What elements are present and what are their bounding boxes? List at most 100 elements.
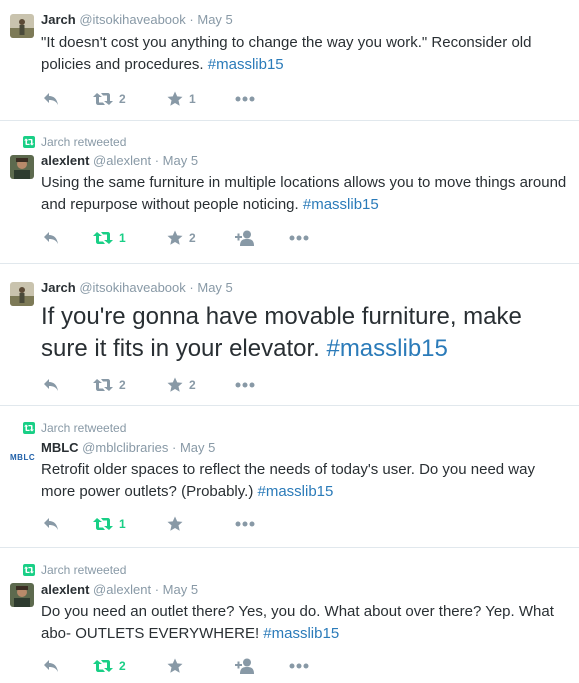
more-button[interactable] xyxy=(289,656,309,676)
tweet[interactable]: Jarch retweeted alexlent @alexlent · May… xyxy=(0,548,579,683)
avatar-mblc[interactable]: MBLC xyxy=(10,446,36,470)
avatar-alexlent[interactable] xyxy=(10,155,34,179)
tweet-actions: 2 1 xyxy=(41,89,569,109)
timestamp[interactable]: May 5 xyxy=(163,153,198,168)
hashtag-link[interactable]: #masslib15 xyxy=(257,483,333,500)
retweeted-by-label[interactable]: Jarch retweeted xyxy=(41,563,126,577)
favorite-count: 1 xyxy=(189,92,196,106)
author-name[interactable]: alexlent xyxy=(41,153,89,168)
author-name[interactable]: alexlent xyxy=(41,582,89,597)
retweet-button[interactable]: 2 xyxy=(93,89,126,109)
more-icon xyxy=(235,521,255,527)
tweet-header: Jarch @itsokihaveabook · May 5 xyxy=(41,11,569,29)
tweet-text: Using the same furniture in multiple loc… xyxy=(41,172,569,216)
author-name[interactable]: MBLC xyxy=(41,440,79,455)
author-name[interactable]: Jarch xyxy=(41,12,76,27)
retweeted-by: Jarch retweeted xyxy=(41,561,569,579)
author-handle[interactable]: @itsokihaveabook xyxy=(79,280,185,295)
retweet-icon xyxy=(93,517,113,531)
author-handle[interactable]: @itsokihaveabook xyxy=(79,12,185,27)
tweet[interactable]: Jarch retweeted MBLC MBLC @mblclibraries… xyxy=(0,406,579,548)
more-button[interactable] xyxy=(289,228,309,248)
follow-icon xyxy=(235,658,255,674)
favorite-count: 2 xyxy=(189,378,196,392)
more-icon xyxy=(235,96,255,102)
tweet-header: alexlent @alexlent · May 5 xyxy=(41,581,569,599)
author-name[interactable]: Jarch xyxy=(41,280,76,295)
more-icon xyxy=(289,663,309,669)
retweet-button[interactable]: 1 xyxy=(93,228,126,248)
tweet-actions: 2 xyxy=(41,656,569,676)
retweet-button[interactable]: 2 xyxy=(93,375,126,395)
hashtag-link[interactable]: #masslib15 xyxy=(303,196,379,213)
more-button[interactable] xyxy=(235,375,255,395)
reply-icon xyxy=(43,231,59,245)
more-icon xyxy=(289,235,309,241)
retweet-icon xyxy=(93,231,113,245)
retweet-icon xyxy=(93,92,113,106)
reply-button[interactable] xyxy=(43,375,59,395)
timestamp[interactable]: May 5 xyxy=(163,582,198,597)
retweeted-by-label[interactable]: Jarch retweeted xyxy=(41,421,126,435)
retweet-button[interactable]: 2 xyxy=(93,656,126,676)
hashtag-link[interactable]: #masslib15 xyxy=(208,56,284,73)
tweet-text: Do you need an outlet there? Yes, you do… xyxy=(41,601,569,645)
author-handle[interactable]: @alexlent xyxy=(93,153,151,168)
tweet-actions: 1 xyxy=(41,514,569,534)
tweet-header: alexlent @alexlent · May 5 xyxy=(41,152,569,170)
retweet-small-icon xyxy=(23,136,35,148)
reply-icon xyxy=(43,659,59,673)
retweet-count: 1 xyxy=(119,231,126,245)
avatar-logo-text: MBLC xyxy=(10,453,36,462)
favorite-button[interactable]: 2 xyxy=(167,375,196,395)
tweet-text-body: "It doesn't cost you anything to change … xyxy=(41,34,532,73)
retweet-small-icon xyxy=(23,422,35,434)
favorite-button[interactable]: 2 xyxy=(167,228,196,248)
retweeted-by-label[interactable]: Jarch retweeted xyxy=(41,135,126,149)
retweet-icon xyxy=(93,659,113,673)
tweet-text: Retrofit older spaces to reflect the nee… xyxy=(41,459,569,503)
avatar-alexlent[interactable] xyxy=(10,583,34,607)
reply-button[interactable] xyxy=(43,656,59,676)
reply-button[interactable] xyxy=(43,89,59,109)
separator: · xyxy=(171,440,177,455)
tweet[interactable]: Jarch @itsokihaveabook · May 5 "It doesn… xyxy=(0,0,579,121)
tweet-text-body: If you're gonna have movable furniture, … xyxy=(41,303,522,362)
retweeted-by: Jarch retweeted xyxy=(41,133,569,151)
retweet-count: 2 xyxy=(119,378,126,392)
author-handle[interactable]: @mblclibraries xyxy=(82,440,168,455)
timestamp[interactable]: May 5 xyxy=(197,12,232,27)
tweet[interactable]: Jarch @itsokihaveabook · May 5 If you're… xyxy=(0,264,579,406)
timestamp[interactable]: May 5 xyxy=(197,280,232,295)
star-icon xyxy=(167,516,183,532)
avatar-jarch[interactable] xyxy=(10,14,34,38)
separator: · xyxy=(154,582,160,597)
star-icon xyxy=(167,230,183,246)
favorite-button[interactable] xyxy=(167,514,183,534)
hashtag-link[interactable]: #masslib15 xyxy=(326,335,447,362)
reply-icon xyxy=(43,378,59,392)
follow-button[interactable] xyxy=(235,656,255,676)
reply-button[interactable] xyxy=(43,228,59,248)
follow-button[interactable] xyxy=(235,228,255,248)
hashtag-link[interactable]: #masslib15 xyxy=(263,625,339,642)
avatar-jarch[interactable] xyxy=(10,282,34,306)
tweet-actions: 1 2 xyxy=(41,228,569,248)
more-icon xyxy=(235,382,255,388)
more-button[interactable] xyxy=(235,514,255,534)
reply-button[interactable] xyxy=(43,514,59,534)
tweet-header: MBLC @mblclibraries · May 5 xyxy=(41,439,569,457)
more-button[interactable] xyxy=(235,89,255,109)
favorite-button[interactable]: 1 xyxy=(167,89,196,109)
separator: · xyxy=(189,280,194,295)
follow-icon xyxy=(235,230,255,246)
tweet[interactable]: Jarch retweeted alexlent @alexlent · May… xyxy=(0,121,579,264)
author-handle[interactable]: @alexlent xyxy=(93,582,151,597)
tweet-actions: 2 2 xyxy=(41,375,569,395)
favorite-count: 2 xyxy=(189,231,196,245)
favorite-button[interactable] xyxy=(167,656,183,676)
retweet-count: 2 xyxy=(119,92,126,106)
retweet-button[interactable]: 1 xyxy=(93,514,126,534)
retweeted-by: Jarch retweeted xyxy=(41,419,569,437)
timestamp[interactable]: May 5 xyxy=(180,440,215,455)
